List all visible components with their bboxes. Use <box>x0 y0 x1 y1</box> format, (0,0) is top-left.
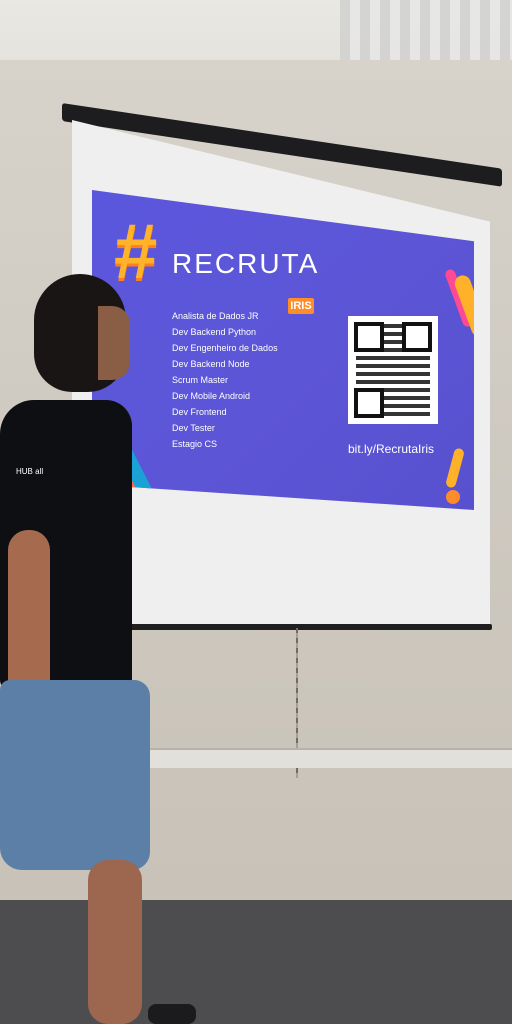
role-item: Dev Backend Python <box>172 327 257 337</box>
wall-rail <box>120 748 512 768</box>
recruta-url: bit.ly/RecrutaIris <box>348 442 435 456</box>
qr-code <box>348 316 438 424</box>
screen-bottom-bar <box>128 624 492 630</box>
role-item: Analista de Dados JR <box>172 311 259 321</box>
ceiling-panel <box>340 0 512 60</box>
qr-finder-pattern <box>402 322 432 352</box>
shoe <box>148 1004 196 1024</box>
slide-title: RECRUTA <box>172 248 320 279</box>
role-item: Dev Engenheiro de Dados <box>172 343 278 353</box>
person: HUB all <box>0 270 196 1024</box>
leg <box>88 860 142 1024</box>
qr-finder-pattern <box>354 388 384 418</box>
decorative-shape <box>444 447 466 489</box>
denim-shorts <box>0 680 150 870</box>
role-item: Estagio CS <box>172 439 218 449</box>
face-beard <box>98 306 130 380</box>
role-item: Dev Mobile Android <box>172 391 251 401</box>
shirt-logo: HUB all <box>16 467 44 476</box>
roles-list: Analista de Dados JR Dev Backend Python … <box>172 308 322 452</box>
role-item: Scrum Master <box>172 375 229 385</box>
qr-finder-pattern <box>354 322 384 352</box>
role-item: Dev Frontend <box>172 407 227 417</box>
role-item: Dev Tester <box>172 423 215 433</box>
role-item: Dev Backend Node <box>172 359 250 369</box>
decorative-dot <box>446 490 460 504</box>
